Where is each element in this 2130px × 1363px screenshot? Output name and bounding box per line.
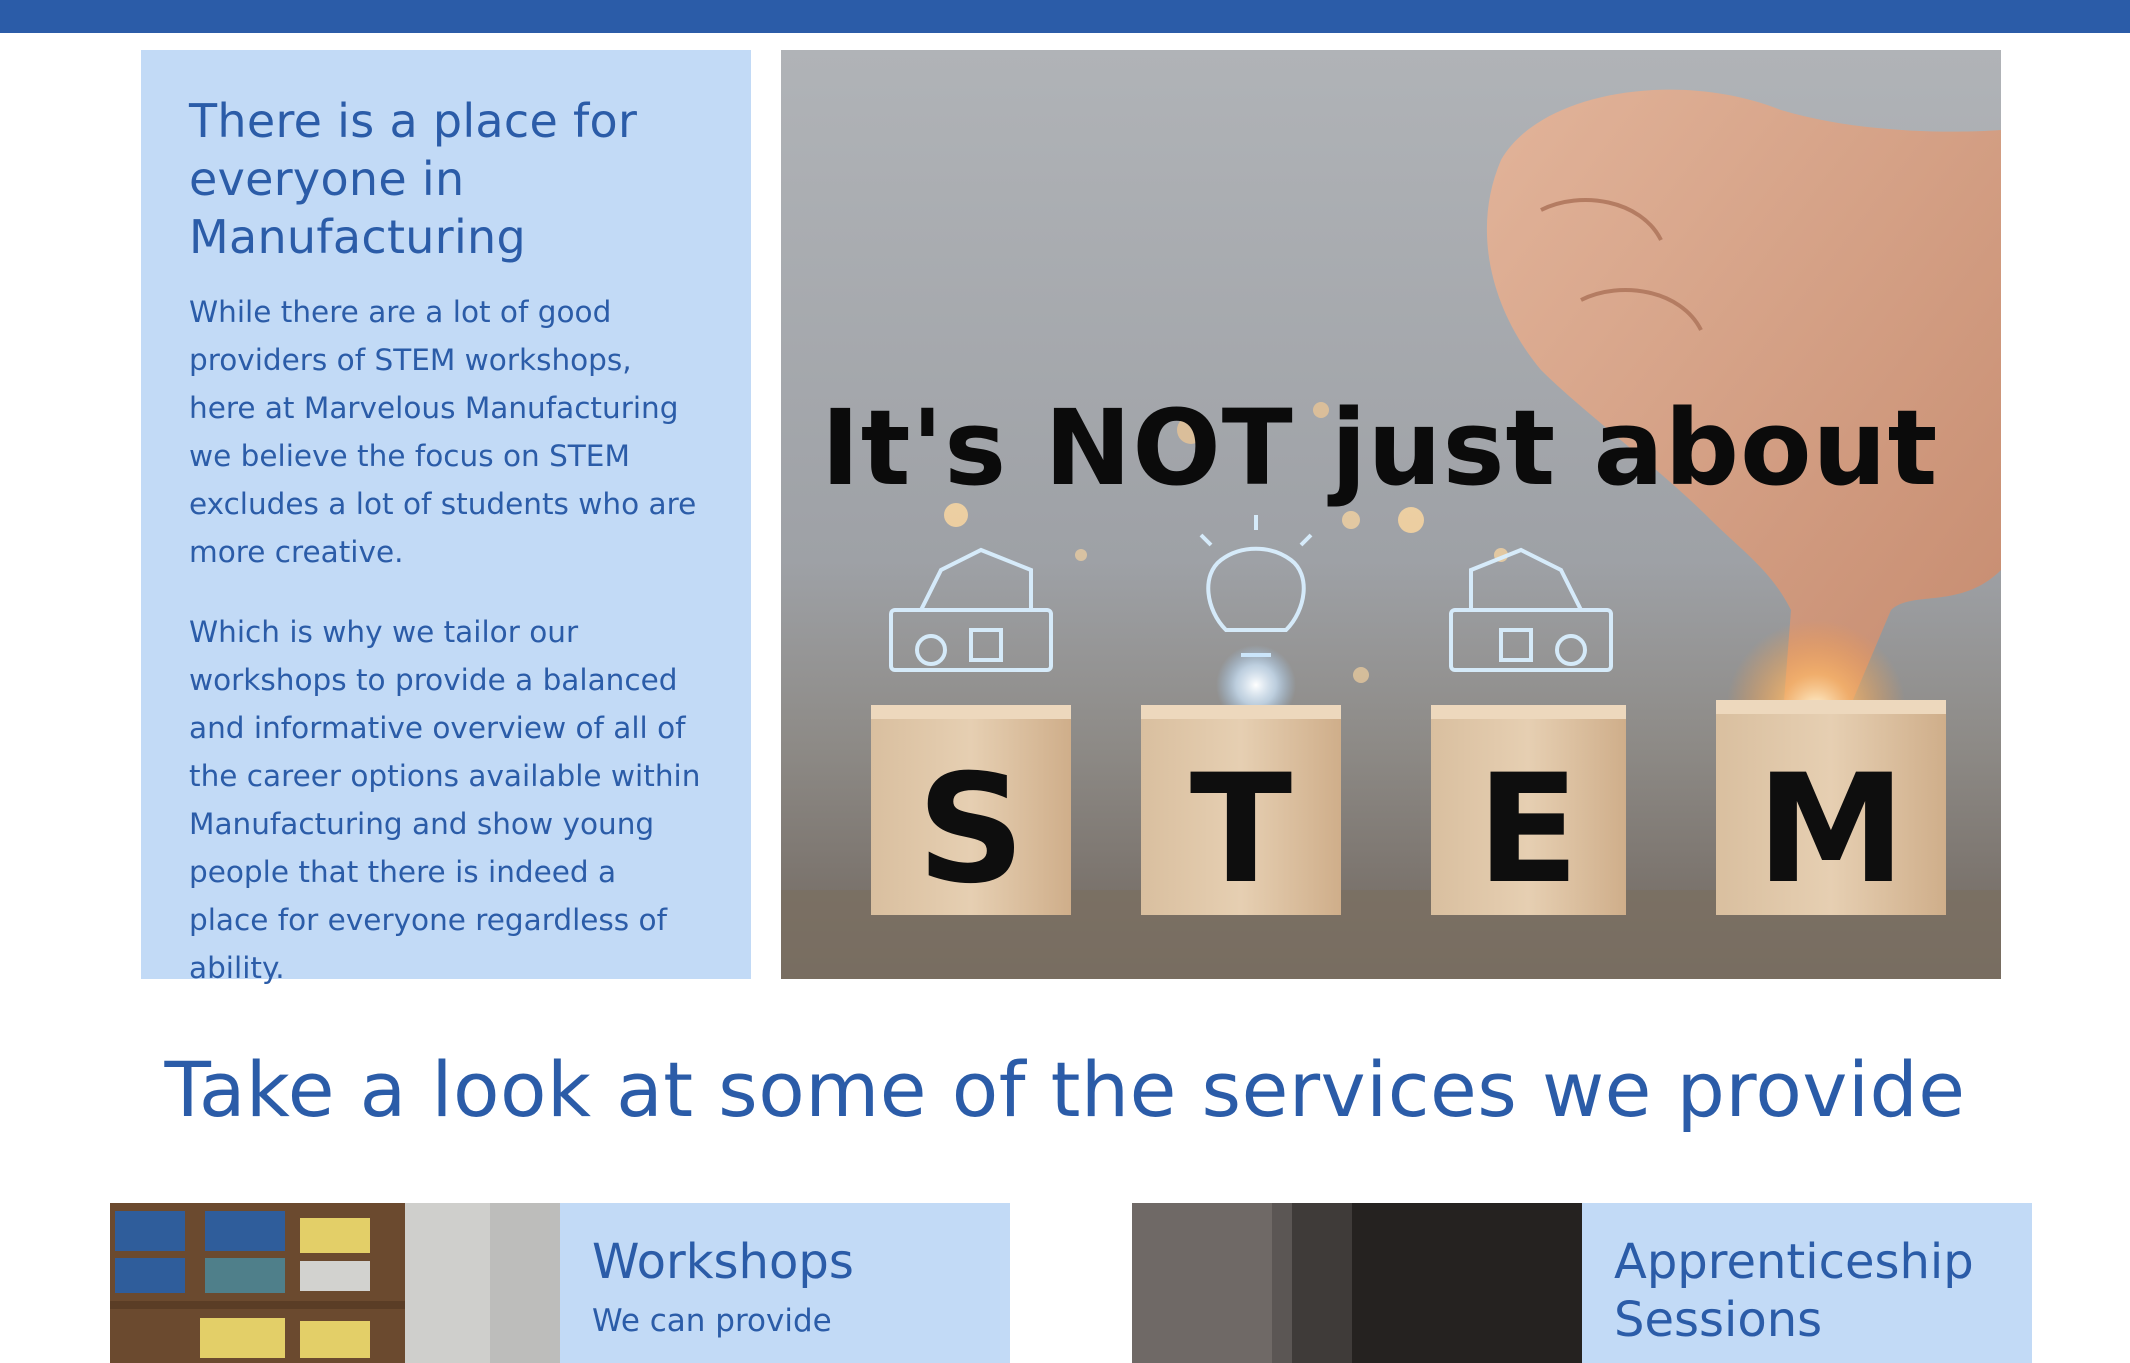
apprenticeship-card-body: Apprenticeship Sessions: [1582, 1203, 2032, 1363]
intro-heading: There is a place for everyone in Manufac…: [189, 94, 638, 264]
top-header-bar: [0, 0, 2130, 33]
service-card-workshops[interactable]: Workshops We can provide: [110, 1203, 1010, 1363]
apprenticeship-photo: [1132, 1203, 1582, 1363]
service-card-apprenticeship[interactable]: Apprenticeship Sessions: [1132, 1203, 2032, 1363]
workshops-text: We can provide: [592, 1303, 832, 1339]
workshops-photo: [110, 1203, 560, 1363]
stem-block-s: S: [916, 743, 1026, 917]
workshops-card-body: Workshops We can provide: [560, 1203, 1010, 1363]
hero-headline: It's NOT just about: [821, 387, 1939, 509]
workshops-title: Workshops: [592, 1234, 854, 1290]
stem-block-t: T: [1189, 743, 1293, 917]
stem-hero-image: S T E M It's NOT just about: [781, 50, 2001, 979]
apprenticeship-title: Apprenticeship Sessions: [1614, 1234, 1974, 1348]
services-heading: Take a look at some of the services we p…: [164, 1045, 1966, 1134]
stem-block-m: M: [1756, 743, 1906, 917]
intro-paragraph-2: Which is why we tailor our workshops to …: [189, 615, 701, 985]
intro-panel: There is a place for everyone in Manufac…: [141, 50, 751, 985]
intro-paragraph-1: While there are a lot of good providers …: [189, 295, 697, 569]
stem-block-e: E: [1476, 743, 1580, 917]
